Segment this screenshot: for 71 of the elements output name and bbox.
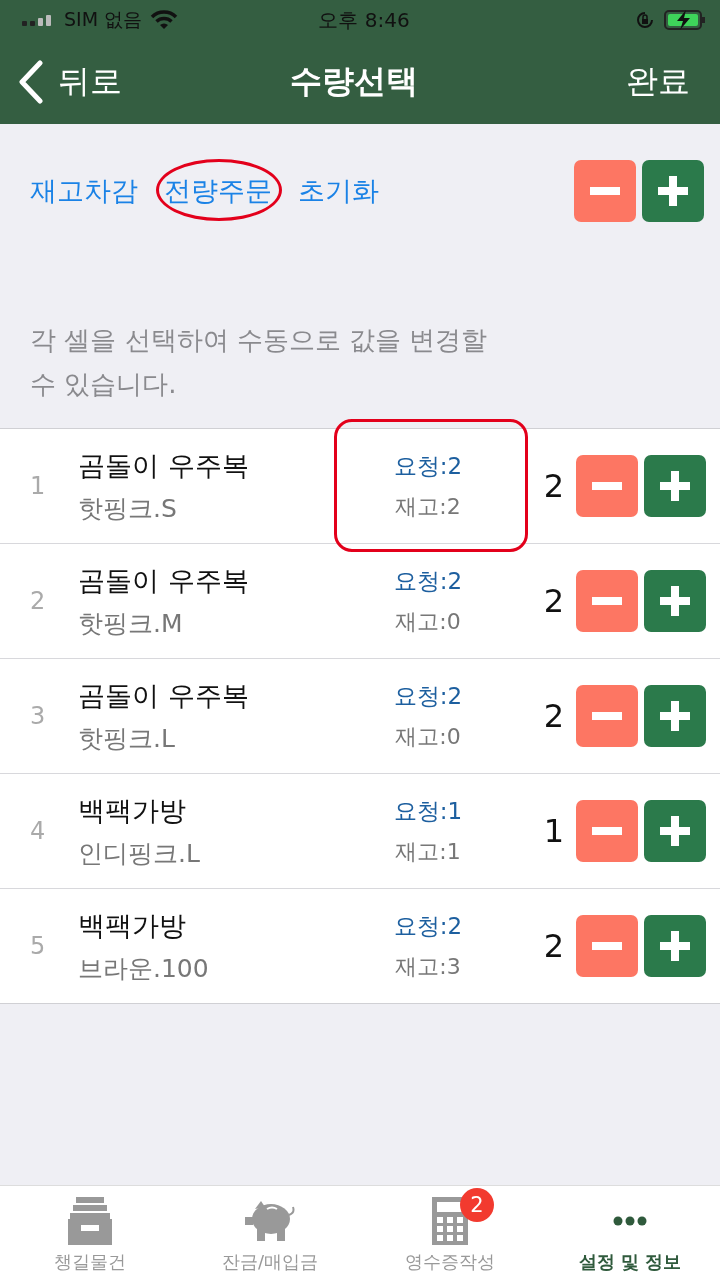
- back-chevron-icon: [18, 60, 44, 104]
- decrement-all-button[interactable]: [574, 160, 636, 222]
- file-drawer-icon: [68, 1197, 112, 1245]
- minus-icon: [590, 187, 620, 195]
- request-count: 요청:2: [393, 566, 463, 596]
- item-name: 곰돌이 우주복: [78, 448, 250, 483]
- minus-icon: [592, 597, 622, 605]
- increment-button[interactable]: [644, 455, 706, 517]
- tab-item[interactable]: 2 영수증작성: [360, 1186, 540, 1280]
- plus-icon: [660, 931, 690, 961]
- increment-button[interactable]: [644, 915, 706, 977]
- row-number: 4: [30, 817, 47, 845]
- quantity-value[interactable]: 2: [512, 467, 564, 505]
- increment-button[interactable]: [644, 685, 706, 747]
- wifi-icon: [150, 10, 179, 30]
- decrement-button[interactable]: [576, 455, 638, 517]
- stock-count: 재고:0: [395, 722, 461, 751]
- decrement-button[interactable]: [576, 800, 638, 862]
- row-number: 1: [30, 472, 47, 500]
- minus-icon: [592, 942, 622, 950]
- item-name: 백팩가방: [78, 908, 187, 943]
- calculator-icon: [432, 1197, 468, 1245]
- item-name: 백팩가방: [78, 793, 187, 828]
- stock-count: 재고:1: [395, 837, 461, 866]
- item-name: 곰돌이 우주복: [78, 678, 250, 713]
- notification-badge: 2: [460, 1188, 494, 1222]
- rotation-lock-icon: [634, 9, 656, 31]
- quantity-value[interactable]: 2: [512, 927, 564, 965]
- minus-icon: [592, 827, 622, 835]
- quantity-value[interactable]: 2: [512, 582, 564, 620]
- item-option: 핫핑크.M: [78, 606, 368, 640]
- plus-icon: [658, 176, 688, 206]
- request-count: 요청:2: [393, 911, 463, 941]
- increment-all-button[interactable]: [642, 160, 704, 222]
- request-count: 요청:2: [393, 451, 463, 481]
- request-count: 요청:1: [393, 796, 463, 826]
- increment-button[interactable]: [644, 800, 706, 862]
- increment-button[interactable]: [644, 570, 706, 632]
- row-number: 5: [30, 932, 47, 960]
- help-text: 각 셀을 선택하여 수동으로 값을 변경할 수 있습니다.: [30, 324, 489, 401]
- stock-count: 재고:0: [395, 607, 461, 636]
- clock-time: 오후 8:46: [318, 6, 410, 34]
- back-button[interactable]: 뒤로: [18, 60, 122, 104]
- minus-icon: [592, 482, 622, 490]
- more-icon: [613, 1216, 647, 1226]
- decrement-button[interactable]: [576, 915, 638, 977]
- item-name: 곰돌이 우주복: [78, 563, 250, 598]
- decrement-button[interactable]: [576, 685, 638, 747]
- item-option: 브라운.100: [78, 951, 368, 985]
- carrier-label: SIM 없음: [64, 7, 143, 32]
- row-number: 3: [30, 702, 47, 730]
- done-button[interactable]: 완료: [626, 60, 690, 104]
- item-option: 핫핑크.L: [78, 721, 368, 755]
- decrement-button[interactable]: [576, 570, 638, 632]
- minus-icon: [592, 712, 622, 720]
- item-option: 핫핑크.S: [78, 491, 368, 525]
- stock-count: 재고:2: [395, 492, 461, 521]
- plus-icon: [660, 471, 690, 501]
- tab-item[interactable]: 설정 및 정보: [540, 1186, 720, 1280]
- item-option: 인디핑크.L: [78, 836, 368, 870]
- battery-charging-icon: [664, 9, 706, 31]
- quantity-value[interactable]: 1: [512, 812, 564, 850]
- request-count: 요청:2: [393, 681, 463, 711]
- quantity-value[interactable]: 2: [512, 697, 564, 735]
- stock-count: 재고:3: [395, 952, 461, 981]
- screen-title: 수량선택: [290, 61, 418, 102]
- piggy-bank-icon: [245, 1199, 295, 1243]
- plus-icon: [660, 586, 690, 616]
- plus-icon: [660, 701, 690, 731]
- row-number: 2: [30, 587, 47, 615]
- plus-icon: [660, 816, 690, 846]
